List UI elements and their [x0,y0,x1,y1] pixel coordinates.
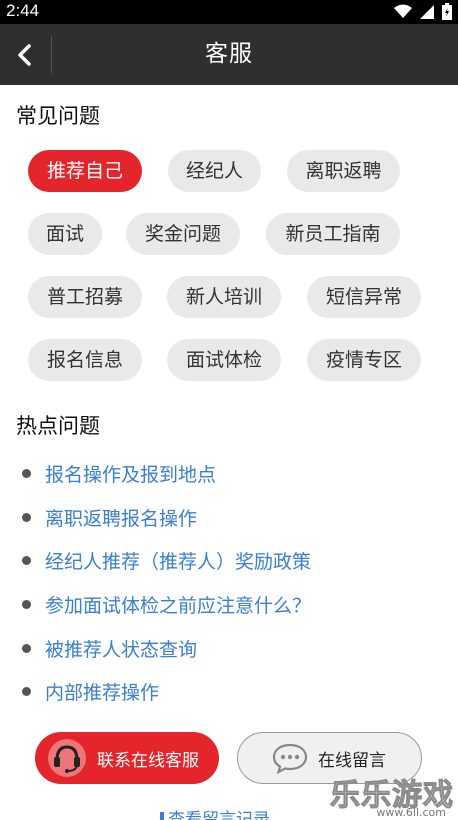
bullet-dot [22,468,31,478]
status-bar: 2:44 [0,0,458,24]
bullet-dot [22,512,31,522]
faq-tag[interactable]: 推荐自己 [28,150,142,192]
faq-tag[interactable]: 经纪人 [168,150,261,192]
hot-question-text: 内部推荐操作 [45,681,160,704]
faq-tag[interactable]: 面试 [28,213,102,255]
faq-tag[interactable]: 普工招募 [28,276,142,318]
faq-section-title: 常见问题 [16,104,100,128]
back-button[interactable] [0,24,50,85]
app-bar: 客服 [0,24,458,85]
chat-bubble-icon [268,736,312,780]
bullet-dot [22,599,31,609]
chevron-left-icon [18,43,31,66]
online-message-button[interactable]: 在线留言 [237,732,422,784]
hot-question-item[interactable]: 被推荐人状态查询 [22,633,197,663]
cellular-signal-icon [420,5,434,19]
faq-tag[interactable]: 短信异常 [307,276,421,318]
wifi-icon [394,4,412,18]
hot-question-item[interactable]: 报名操作及报到地点 [22,458,216,488]
view-message-records-link[interactable]: 查看留言记录 [160,806,270,820]
faq-tag[interactable]: 报名信息 [28,339,142,381]
app-bar-divider [51,36,52,73]
status-icons [394,3,452,20]
headset-icon [45,736,89,780]
hot-question-item[interactable]: 内部推荐操作 [22,676,159,706]
bullet-dot [22,555,31,565]
watermark-url: www.6ll.com [376,806,446,819]
faq-tag[interactable]: 疫情专区 [307,339,421,381]
hot-question-text: 经纪人推荐（推荐人）奖励政策 [45,550,312,573]
hot-question-text: 报名操作及报到地点 [45,463,217,486]
faq-tag[interactable]: 面试体检 [167,339,281,381]
faq-tag[interactable]: 新员工指南 [266,213,400,255]
contact-online-service-label: 联系在线客服 [97,750,199,771]
faq-tag[interactable]: 离职返聘 [287,150,400,192]
bullet-dot [22,643,31,653]
hot-question-item[interactable]: 参加面试体检之前应注意什么？ [22,589,311,619]
link-marker [160,812,164,820]
online-message-label: 在线留言 [318,750,386,771]
hot-question-text: 参加面试体检之前应注意什么？ [45,594,312,617]
status-time: 2:44 [6,1,40,20]
contact-online-service-button[interactable]: 联系在线客服 [35,732,219,784]
hot-question-text: 被推荐人状态查询 [45,638,198,661]
hot-question-text: 离职返聘报名操作 [45,507,198,530]
page-title: 客服 [205,41,253,67]
bullet-dot [22,686,31,696]
hot-section-title: 热点问题 [16,414,100,438]
faq-tag[interactable]: 新人培训 [167,276,281,318]
hot-question-item[interactable]: 经纪人推荐（推荐人）奖励政策 [22,545,311,575]
hot-question-item[interactable]: 离职返聘报名操作 [22,502,197,532]
view-message-records-label: 查看留言记录 [168,810,270,820]
battery-icon [442,3,452,20]
faq-tag[interactable]: 奖金问题 [126,213,240,255]
